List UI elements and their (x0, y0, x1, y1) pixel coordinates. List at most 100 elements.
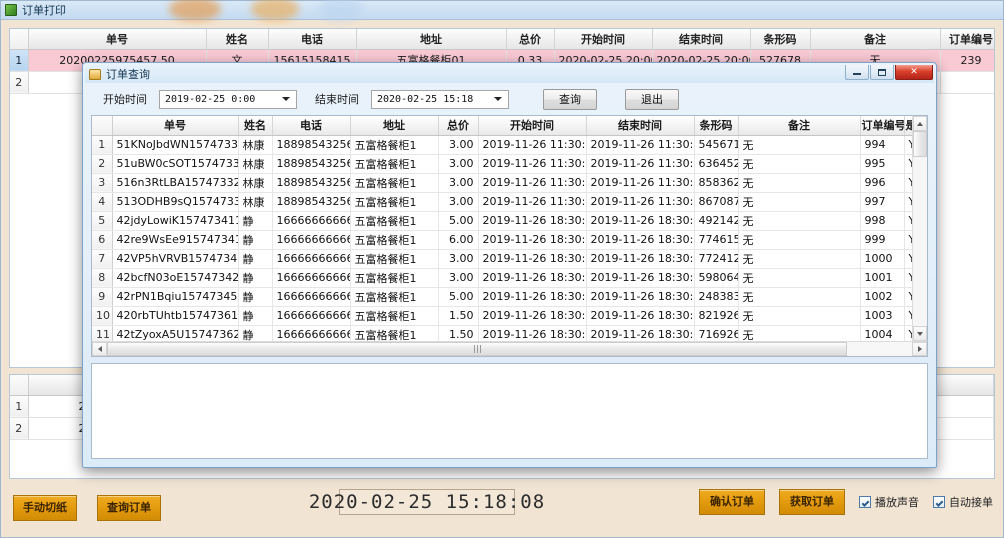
cell-end-time: 2019-11-26 18:30:00 (586, 268, 694, 287)
end-time-picker[interactable]: 2020-02-25 15:18 (371, 90, 509, 109)
confirm-order-button[interactable]: 确认订单 (699, 489, 765, 515)
clock-display: 2020-02-25 15:18:08 (339, 489, 515, 515)
table-row[interactable]: 642re9WsEe91574734184静16666666666五富格餐柜16… (92, 230, 912, 249)
col-address[interactable]: 地址 (350, 116, 438, 135)
col-rowindex[interactable] (10, 29, 28, 49)
start-time-value: 2019-02-25 0:00 (165, 94, 282, 105)
cell-total: 3.00 (438, 249, 478, 268)
scroll-right-button[interactable] (912, 342, 927, 356)
cell-order-id: 239 (940, 49, 995, 71)
exit-button[interactable]: 退出 (625, 89, 679, 110)
cell-order-id: 1001 (860, 268, 904, 287)
minimize-button[interactable] (845, 65, 869, 80)
query-order-button[interactable]: 查询订单 (97, 495, 161, 521)
query-results-grid[interactable]: 单号 姓名 电话 地址 总价 开始时间 结束时间 条形码 备注 订单编号 是否确… (91, 115, 928, 357)
table-row[interactable]: 1142tZyoxA5U1574736224静16666666666五富格餐柜1… (92, 325, 912, 341)
col-rowindex[interactable] (92, 116, 112, 135)
table-row[interactable]: 4513ODHB9sQ1574733...林康18898543256五富格餐柜1… (92, 192, 912, 211)
main-titlebar: 订单打印 (1, 1, 1003, 20)
vertical-scrollbar[interactable] (912, 116, 927, 341)
col-order-no[interactable]: 单号 (28, 29, 206, 49)
checkbox-checked-icon (933, 496, 945, 508)
close-button[interactable]: ✕ (895, 65, 933, 80)
row-index: 10 (92, 306, 112, 325)
table-row[interactable]: 942rPN1Bqiu1574734561静16666666666五富格餐柜15… (92, 287, 912, 306)
titlebar-glow-b (251, 0, 299, 21)
cell-total: 6.00 (438, 230, 478, 249)
col-phone[interactable]: 电话 (268, 29, 356, 49)
table-row[interactable]: 542jdyLowiK1574734111静16666666666五富格餐柜15… (92, 211, 912, 230)
cell-barcode: 774615 (694, 230, 738, 249)
scroll-left-button[interactable] (92, 342, 107, 356)
manual-cut-button[interactable]: 手动切纸 (13, 495, 77, 521)
col-name[interactable]: 姓名 (238, 116, 272, 135)
scroll-up-button[interactable] (913, 116, 927, 131)
col-start-time[interactable]: 开始时间 (478, 116, 586, 135)
table-row[interactable]: 742VP5hVRVB15747341...静16666666666五富格餐柜1… (92, 249, 912, 268)
fetch-order-button[interactable]: 获取订单 (779, 489, 845, 515)
col-barcode[interactable]: 条形码 (750, 29, 810, 49)
col-order-id[interactable]: 订单编号 (940, 29, 995, 49)
row-index: 1 (10, 49, 28, 71)
cell-order-no: 42tZyoxA5U1574736224 (112, 325, 238, 341)
auto-accept-checkbox[interactable]: 自动接单 (933, 494, 993, 510)
col-name[interactable]: 姓名 (206, 29, 268, 49)
col-total[interactable]: 总价 (506, 29, 554, 49)
cell-phone: 18898543256 (272, 192, 350, 211)
scroll-down-button[interactable] (913, 326, 927, 341)
cell-order-id: 1004 (860, 325, 904, 341)
checkbox-checked-icon (859, 496, 871, 508)
cell-address: 五富格餐柜1 (350, 173, 438, 192)
play-sound-checkbox[interactable]: 播放声音 (859, 494, 919, 510)
cell-end-time: 2019-11-26 11:30:00 (586, 173, 694, 192)
cell-name: 林康 (238, 135, 272, 154)
col-rowindex[interactable] (10, 375, 28, 395)
cell-end-time: 2019-11-26 18:30:00 (586, 306, 694, 325)
vertical-scrollbar-thumb[interactable] (913, 131, 927, 157)
row-index: 6 (92, 230, 112, 249)
cell-confirmed: Y (904, 287, 912, 306)
vertical-scrollbar-track[interactable] (913, 157, 927, 326)
col-phone[interactable]: 电话 (272, 116, 350, 135)
col-total[interactable]: 总价 (438, 116, 478, 135)
cell-barcode: 867087 (694, 192, 738, 211)
query-button[interactable]: 查询 (543, 89, 597, 110)
maximize-button[interactable] (870, 65, 894, 80)
row-index: 2 (92, 154, 112, 173)
horizontal-scrollbar-track[interactable] (847, 342, 912, 356)
col-end-time[interactable]: 结束时间 (652, 29, 750, 49)
start-time-picker[interactable]: 2019-02-25 0:00 (159, 90, 297, 109)
col-address[interactable]: 地址 (356, 29, 506, 49)
col-end-time[interactable]: 结束时间 (586, 116, 694, 135)
table-row[interactable]: 151KNoJbdWN1574733...林康18898543256五富格餐柜1… (92, 135, 912, 154)
chevron-down-icon (494, 97, 502, 101)
table-row[interactable]: 3516n3RtLBA1574733224林康18898543256五富格餐柜1… (92, 173, 912, 192)
cell-phone: 18898543256 (272, 135, 350, 154)
table-row[interactable]: 251uBW0cSOT1574733...林康18898543256五富格餐柜1… (92, 154, 912, 173)
col-barcode[interactable]: 条形码 (694, 116, 738, 135)
cell-end-time: 2019-11-26 11:30:00 (586, 135, 694, 154)
col-remark[interactable]: 备注 (738, 116, 860, 135)
cell-order-no: 42jdyLowiK1574734111 (112, 211, 238, 230)
table-row[interactable]: 842bcfN03oE1574734229静16666666666五富格餐柜13… (92, 268, 912, 287)
col-confirmed[interactable]: 是否确认 (904, 116, 912, 135)
dialog-titlebar[interactable]: 订单查询 ✕ (85, 65, 934, 83)
horizontal-scrollbar[interactable] (92, 341, 927, 356)
cell-remark: 无 (738, 211, 860, 230)
cell-order-id: 994 (860, 135, 904, 154)
cell-order-id (940, 71, 995, 93)
col-remark[interactable]: 备注 (810, 29, 940, 49)
col-start-time[interactable]: 开始时间 (554, 29, 652, 49)
chevron-down-icon (917, 332, 923, 336)
table-row[interactable]: 10420rbTUhtb1574736121静16666666666五富格餐柜1… (92, 306, 912, 325)
cell-address: 五富格餐柜1 (350, 268, 438, 287)
main-window-title: 订单打印 (22, 2, 66, 18)
cell-phone: 18898543256 (272, 154, 350, 173)
cell-barcode: 492142 (694, 211, 738, 230)
cell-order-no: 42rPN1Bqiu1574734561 (112, 287, 238, 306)
col-order-no[interactable]: 单号 (112, 116, 238, 135)
horizontal-scrollbar-thumb[interactable] (107, 342, 847, 356)
cell-name: 静 (238, 230, 272, 249)
col-order-id[interactable]: 订单编号 (860, 116, 904, 135)
titlebar-glow-a (169, 0, 221, 21)
